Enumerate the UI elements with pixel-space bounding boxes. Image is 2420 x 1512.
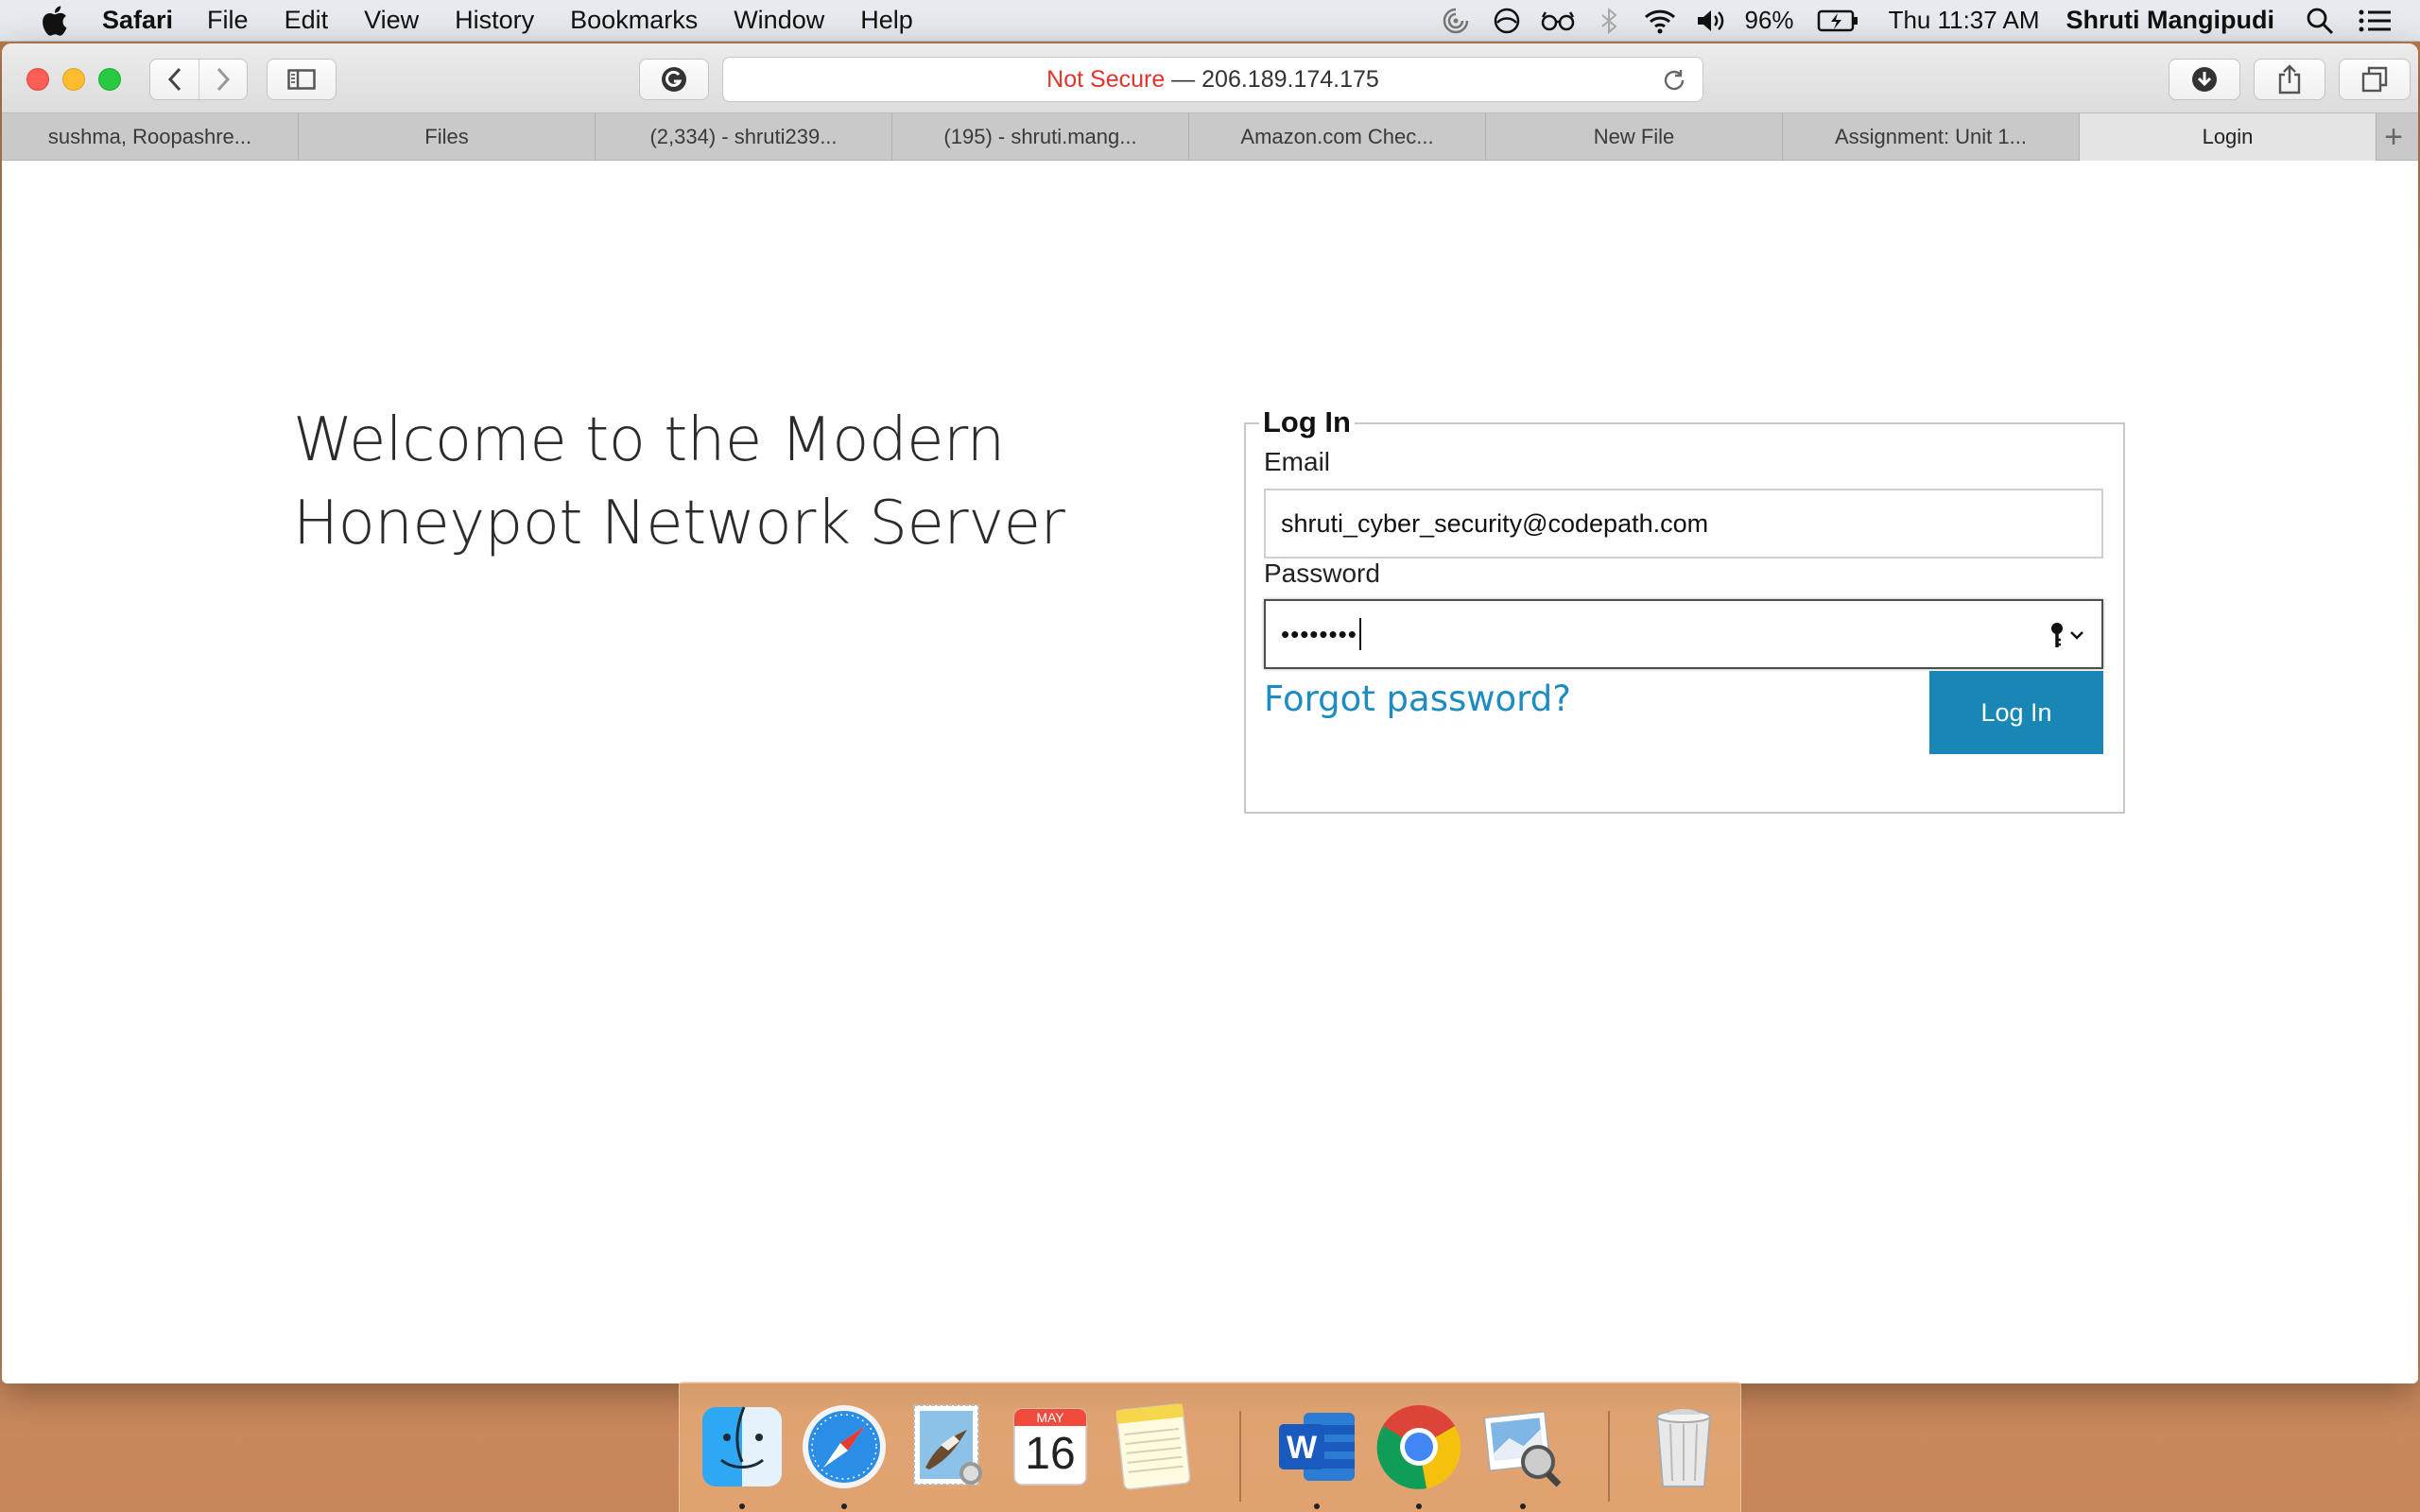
tab-sushma[interactable]: sushma, Roopashre...	[2, 113, 299, 161]
apple-menu-icon[interactable]	[36, 3, 72, 39]
trash-dock-icon[interactable]	[1638, 1401, 1729, 1492]
sidebar-icon	[287, 69, 316, 90]
mail-dock-icon[interactable]	[903, 1401, 994, 1492]
address-bar[interactable]: Not Secure — 206.189.174.175	[722, 57, 1703, 102]
menu-help[interactable]: Help	[860, 6, 913, 35]
menu-clock[interactable]: Thu 11:37 AM	[1889, 6, 2040, 35]
reload-icon	[1664, 70, 1685, 91]
notes-dock-icon[interactable]	[1107, 1401, 1198, 1492]
safari-dock-icon[interactable]	[799, 1401, 890, 1492]
password-mask: ••••••••	[1281, 619, 1357, 648]
tab-label: Login	[2202, 125, 2254, 148]
downloads-button[interactable]	[2169, 59, 2240, 100]
share-button[interactable]	[2254, 59, 2325, 100]
new-tab-button[interactable]: +	[2377, 113, 2411, 161]
password-autofill-key-icon[interactable]	[2048, 620, 2088, 650]
wifi-icon[interactable]	[1643, 4, 1677, 38]
tab-label: Files	[424, 125, 469, 148]
glasses-icon[interactable]	[1541, 4, 1575, 38]
forgot-password-link[interactable]: Forgot password?	[1264, 679, 1571, 719]
share-icon	[2278, 64, 2301, 94]
download-icon	[2192, 67, 2217, 92]
calendar-dock-icon[interactable]: MAY 16	[1005, 1401, 1096, 1492]
welcome-line-2: Honeypot Network Server	[293, 489, 1065, 558]
forward-button[interactable]	[199, 60, 247, 99]
menu-window[interactable]: Window	[734, 6, 824, 35]
window-minimize-button[interactable]	[62, 68, 85, 91]
tab-label: (195) - shruti.mang...	[943, 125, 1137, 148]
menu-bar: Safari File Edit View History Bookmarks …	[0, 0, 2420, 42]
chevron-right-icon	[216, 67, 231, 92]
volume-icon[interactable]	[1694, 4, 1728, 38]
window-fullscreen-button[interactable]	[98, 68, 121, 91]
tab-bar: sushma, Roopashre... Files (2,334) - shr…	[2, 113, 2418, 161]
tab-label: Amazon.com Chec...	[1240, 125, 1434, 148]
tab-label: (2,334) - shruti239...	[649, 125, 838, 148]
menu-app-name[interactable]: Safari	[102, 6, 173, 35]
menu-user-name[interactable]: Shruti Mangipudi	[2066, 6, 2274, 35]
finder-dock-icon[interactable]	[697, 1401, 787, 1492]
running-indicator	[841, 1503, 847, 1509]
word-letter: W	[1286, 1430, 1318, 1466]
url-separator: —	[1165, 65, 1202, 93]
spotlight-search-icon[interactable]	[2303, 4, 2337, 38]
navigation-buttons	[149, 59, 248, 100]
tab-login[interactable]: Login	[2080, 113, 2377, 161]
grammarly-extension-button[interactable]	[639, 59, 709, 100]
tab-shruti-mang[interactable]: (195) - shruti.mang...	[892, 113, 1189, 161]
dock: MAY 16 W	[679, 1382, 1741, 1512]
microsoft-word-dock-icon[interactable]: W	[1271, 1401, 1362, 1492]
calendar-month: MAY	[1036, 1410, 1064, 1425]
tab-label: New File	[1593, 125, 1675, 148]
chevron-left-icon	[167, 67, 181, 92]
password-label: Password	[1264, 558, 1380, 588]
notification-center-icon[interactable]	[2358, 4, 2392, 38]
running-indicator	[1416, 1503, 1422, 1509]
grammarly-icon	[662, 67, 686, 92]
sidebar-toggle-button[interactable]	[267, 59, 337, 100]
welcome-heading: Welcome to the Modern Honeypot Network S…	[293, 399, 1087, 565]
email-input[interactable]: shruti_cyber_security@codepath.com	[1264, 489, 2103, 558]
google-chrome-dock-icon[interactable]	[1374, 1401, 1464, 1492]
dock-separator	[1239, 1411, 1241, 1502]
creative-cloud-icon[interactable]	[1490, 4, 1524, 38]
bluetooth-icon[interactable]	[1592, 4, 1626, 38]
window-close-button[interactable]	[26, 68, 49, 91]
menu-history[interactable]: History	[455, 6, 534, 35]
tab-new-file[interactable]: New File	[1486, 113, 1783, 161]
show-all-tabs-button[interactable]	[2339, 59, 2411, 100]
preview-dock-icon[interactable]	[1478, 1401, 1568, 1492]
welcome-line-1: Welcome to the Modern	[293, 405, 1005, 475]
tab-shruti239[interactable]: (2,334) - shruti239...	[596, 113, 892, 161]
menu-bookmarks[interactable]: Bookmarks	[570, 6, 698, 35]
password-input[interactable]: ••••••••	[1264, 599, 2103, 669]
email-value: shruti_cyber_security@codepath.com	[1281, 508, 1709, 538]
tab-amazon[interactable]: Amazon.com Chec...	[1189, 113, 1486, 161]
spiral-status-icon[interactable]	[1439, 4, 1473, 38]
url-host: 206.189.174.175	[1201, 65, 1379, 93]
login-legend: Log In	[1259, 405, 1355, 439]
not-secure-label: Not Secure	[1046, 65, 1166, 93]
tab-label: Assignment: Unit 1...	[1835, 125, 2027, 148]
dock-separator	[1608, 1411, 1610, 1502]
calendar-day: 16	[1025, 1429, 1076, 1479]
battery-percentage[interactable]: 96%	[1745, 6, 1794, 35]
login-submit-button[interactable]: Log In	[1929, 671, 2103, 754]
tab-files[interactable]: Files	[299, 113, 596, 161]
browser-toolbar: Not Secure — 206.189.174.175	[2, 43, 2418, 113]
menu-file[interactable]: File	[207, 6, 249, 35]
tab-assignment[interactable]: Assignment: Unit 1...	[1783, 113, 2080, 161]
back-button[interactable]	[150, 60, 199, 99]
running-indicator	[739, 1503, 745, 1509]
reload-button[interactable]	[1659, 65, 1689, 95]
email-label: Email	[1264, 447, 1331, 476]
tab-label: sushma, Roopashre...	[47, 125, 252, 148]
text-caret	[1358, 618, 1361, 650]
battery-charging-icon[interactable]	[1817, 4, 1860, 38]
menu-edit[interactable]: Edit	[285, 6, 329, 35]
running-indicator	[1314, 1503, 1320, 1509]
menu-view[interactable]: View	[364, 6, 419, 35]
tabs-overview-icon	[2361, 66, 2388, 93]
running-indicator	[1520, 1503, 1526, 1509]
